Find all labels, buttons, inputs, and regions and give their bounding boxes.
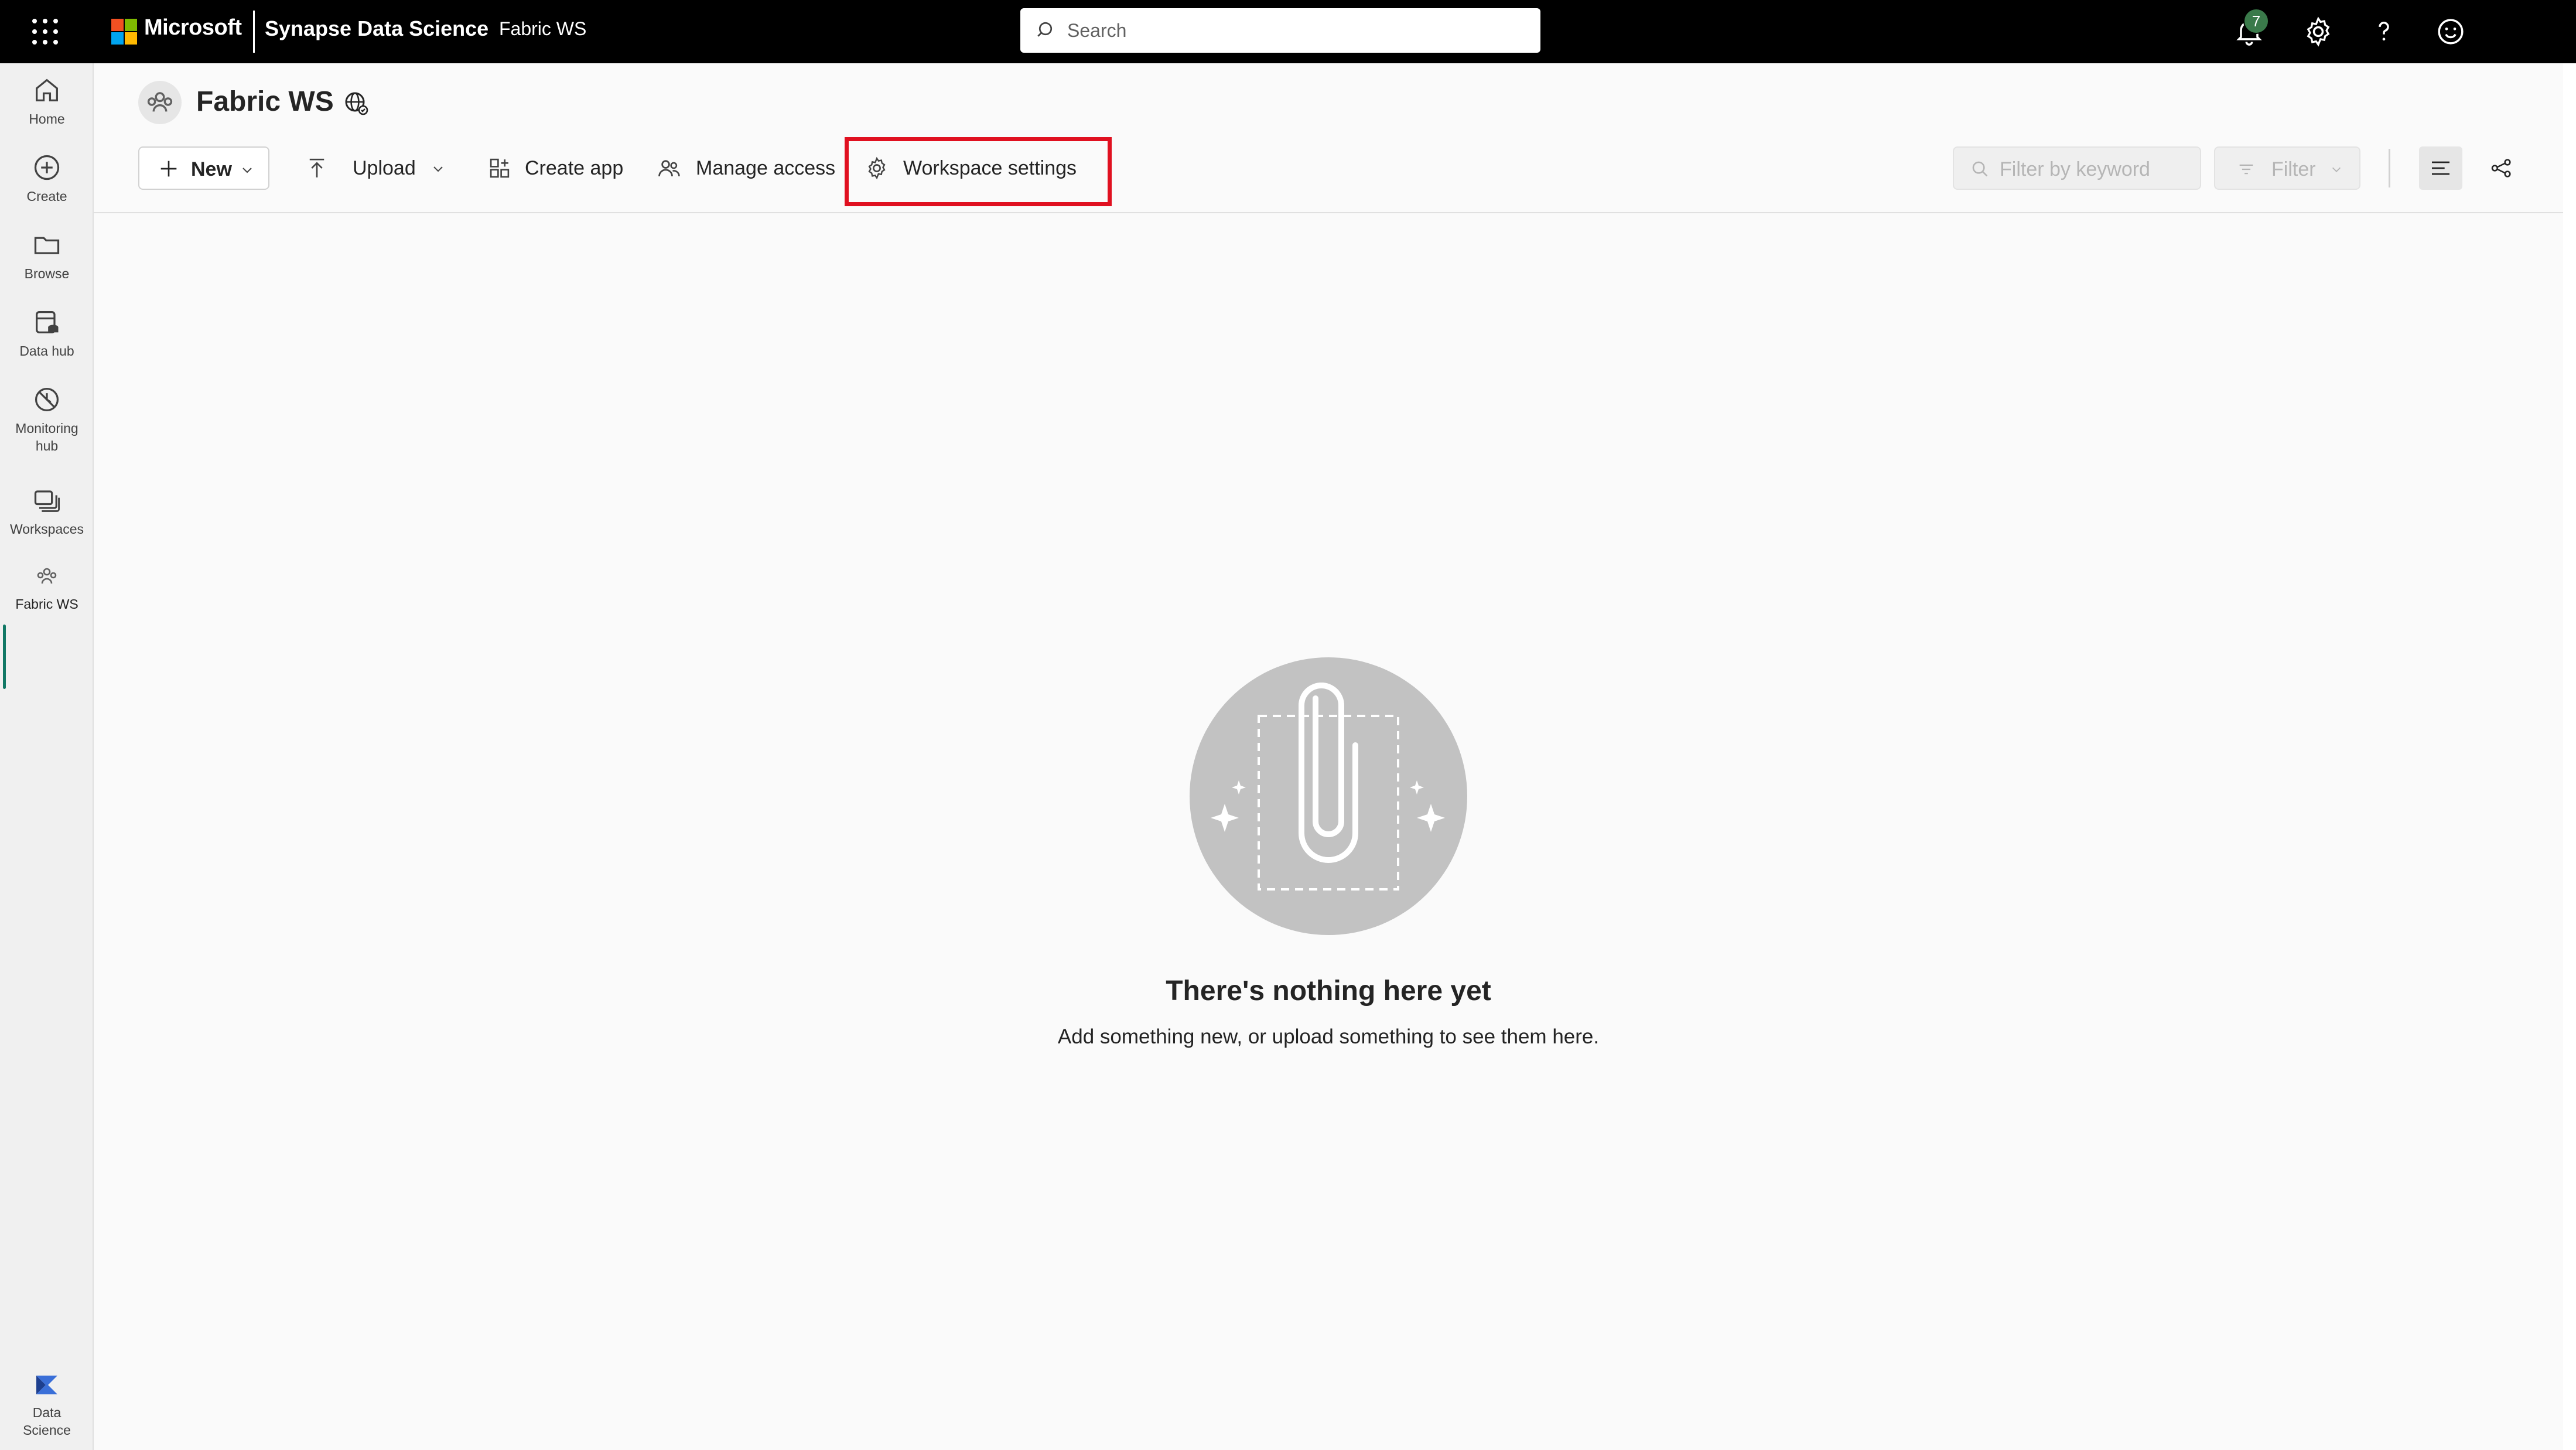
- workspace-avatar: [138, 81, 182, 124]
- waffle-icon[interactable]: [32, 19, 58, 45]
- data-hub-icon: [36, 311, 59, 333]
- rail-item-data-hub[interactable]: Data hub: [0, 307, 94, 360]
- filter-keyword-input[interactable]: Filter by keyword: [1953, 146, 2201, 190]
- rail-item-monitoring-hub[interactable]: Monitoring hub: [0, 384, 94, 455]
- help-icon[interactable]: [2367, 15, 2400, 48]
- rail-item-label: Data Science: [23, 1405, 71, 1438]
- lineage-icon: [2491, 159, 2511, 178]
- filter-keyword-placeholder: Filter by keyword: [2000, 158, 2150, 180]
- brand-divider: [253, 11, 255, 53]
- gear-icon[interactable]: [2302, 15, 2335, 48]
- active-indicator: [3, 625, 6, 689]
- upload-button-label: Upload: [353, 157, 416, 179]
- empty-state-subtitle: Add something new, or upload something t…: [1057, 1025, 1600, 1048]
- top-bar: Microsoft Synapse Data Science Fabric WS…: [0, 0, 2576, 63]
- upload-button[interactable]: Upload: [305, 146, 451, 190]
- search-icon: [1037, 22, 1053, 37]
- empty-state-title: There's nothing here yet: [1166, 975, 1491, 1007]
- create-app-button[interactable]: Create app: [487, 146, 628, 190]
- chevron-down-icon: [2332, 167, 2341, 172]
- rail-item-label: Monitoring hub: [15, 421, 78, 453]
- notification-badge: 7: [2243, 8, 2269, 34]
- filter-icon: [2239, 164, 2253, 175]
- rail-item-home[interactable]: Home: [0, 75, 94, 128]
- chevron-down-icon: [242, 168, 252, 173]
- scrollbar-track[interactable]: [2563, 63, 2576, 1450]
- new-button[interactable]: New: [138, 146, 269, 190]
- create-app-button-label: Create app: [525, 157, 624, 179]
- workspace-people-icon: [147, 92, 173, 112]
- rail-item-data-science[interactable]: Data Science: [0, 1371, 94, 1439]
- breadcrumb-workspace[interactable]: Fabric WS: [499, 18, 586, 40]
- rail-item-label: Browse: [24, 266, 70, 281]
- rail-item-label: Workspaces: [9, 521, 84, 537]
- workspace-people-icon: [37, 568, 57, 584]
- feedback-icon[interactable]: [2434, 15, 2467, 48]
- rail-item-label: Create: [26, 189, 67, 204]
- chevron-down-icon[interactable]: [431, 162, 445, 176]
- brand-name: Microsoft: [144, 15, 242, 40]
- highlight-box: [845, 137, 1112, 206]
- list-view-button[interactable]: [2419, 146, 2462, 190]
- rail-item-fabric-ws[interactable]: Fabric WS: [0, 562, 94, 613]
- rail-item-label: Data hub: [19, 343, 74, 359]
- filter-button-label: Filter: [2271, 158, 2316, 180]
- microsoft-logo-icon: [111, 19, 137, 45]
- filter-button[interactable]: Filter: [2214, 146, 2360, 190]
- list-view-icon: [2432, 161, 2449, 175]
- new-button-label: New: [191, 158, 232, 180]
- upload-icon: [309, 158, 324, 178]
- create-icon: [34, 155, 60, 180]
- toolbar-divider: [2389, 149, 2390, 187]
- app-name[interactable]: Synapse Data Science: [265, 16, 488, 41]
- left-rail: Home Create Browse Data hub Monitoring h…: [0, 63, 94, 1450]
- rail-item-browse[interactable]: Browse: [0, 230, 94, 282]
- rail-item-label: Home: [29, 111, 65, 127]
- data-science-icon: [36, 1376, 57, 1394]
- plus-icon: [160, 161, 177, 177]
- rail-item-create[interactable]: Create: [0, 152, 94, 205]
- app-grid-icon: [490, 158, 510, 178]
- page-title: Fabric WS: [196, 86, 334, 117]
- toolbar-separator: [94, 212, 2576, 213]
- search-input[interactable]: Search: [1020, 8, 1540, 53]
- manage-access-button[interactable]: Manage access: [656, 146, 836, 190]
- search-placeholder: Search: [1067, 20, 1127, 41]
- rail-item-label: Fabric WS: [15, 596, 78, 612]
- manage-access-button-label: Manage access: [696, 157, 836, 179]
- lineage-view-button[interactable]: [2480, 146, 2523, 190]
- rail-item-workspaces[interactable]: Workspaces: [0, 485, 94, 538]
- workspaces-icon: [34, 490, 60, 512]
- folder-icon: [34, 237, 60, 254]
- monitor-icon: [35, 387, 59, 412]
- search-icon: [1972, 161, 1988, 177]
- empty-state-illustration: [1190, 657, 1467, 935]
- workspace-identity-icon[interactable]: [342, 89, 370, 117]
- home-icon: [36, 79, 58, 101]
- paperclip-icon: [1211, 683, 1445, 891]
- people-icon: [658, 160, 680, 176]
